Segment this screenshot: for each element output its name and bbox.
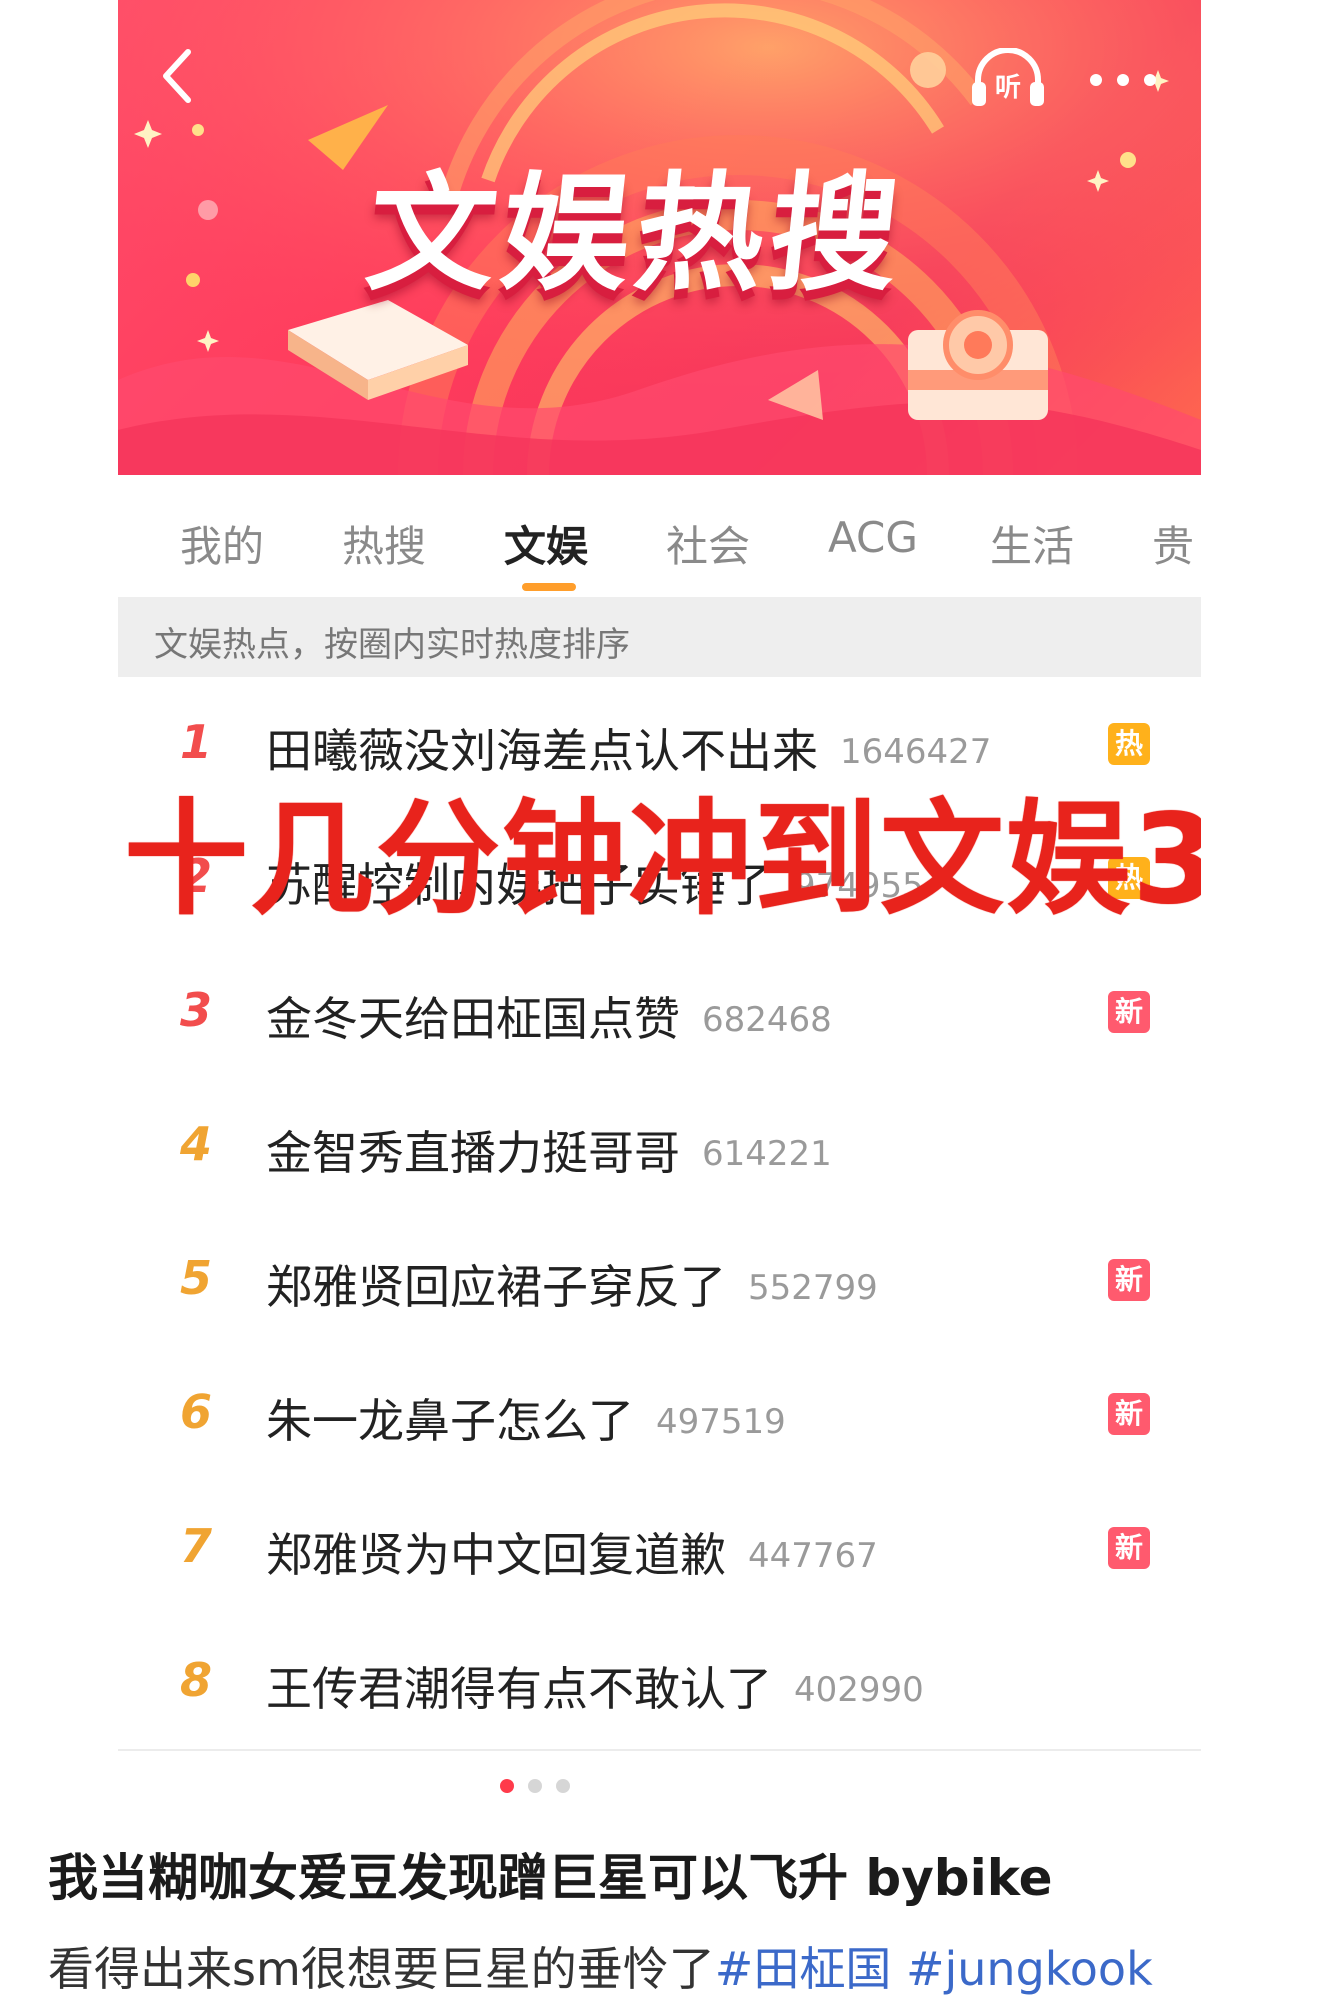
banner: 听 文娱热搜 [118, 0, 1201, 475]
list-item[interactable]: 4 金智秀直播力挺哥哥 614221 [118, 1079, 1201, 1215]
subheader-text: 文娱热点，按圈内实时热度排序 [154, 625, 630, 665]
new-badge: 新 [1108, 1259, 1150, 1301]
page-dot-active[interactable] [500, 1779, 514, 1793]
list-item[interactable]: 8 王传君潮得有点不敢认了 402990 [118, 1615, 1201, 1751]
post-body-text: 看得出来sm很想要巨星的垂怜了 [48, 1942, 715, 1996]
chevron-left-icon [163, 49, 191, 103]
banner-title: 文娱热搜 [360, 160, 912, 309]
list-item[interactable]: 6 朱一龙鼻子怎么了 497519 新 [118, 1347, 1201, 1483]
tab-life[interactable]: 生活 [990, 513, 1074, 574]
topic-title: 金冬天给田柾国点赞 [266, 992, 680, 1046]
heat-count: 1646427 [840, 732, 992, 772]
topic-text: 金冬天给田柾国点赞 682468 [266, 983, 832, 1049]
active-tab-indicator [522, 583, 576, 591]
post-title: 我当糊咖女爱豆发现蹭巨星可以飞升 bybike [48, 1849, 1053, 1907]
topic-title: 郑雅贤为中文回复道歉 [266, 1528, 726, 1582]
heat-count: 682468 [702, 1000, 832, 1040]
rank-number: 1 [180, 715, 213, 769]
topic-text: 郑雅贤为中文回复道歉 447767 [266, 1519, 878, 1585]
carousel-pagination [500, 1778, 584, 1797]
rank-number: 3 [180, 983, 213, 1037]
tab-society[interactable]: 社会 [666, 513, 750, 574]
listen-button[interactable]: 听 [968, 47, 1048, 110]
topic-text: 郑雅贤回应裙子穿反了 552799 [266, 1251, 878, 1317]
page-dot[interactable] [528, 1779, 542, 1793]
post-body: 看得出来sm很想要巨星的垂怜了#田柾国 #jungkook [48, 1933, 1153, 1999]
rank-number: 7 [180, 1519, 213, 1573]
rank-number: 4 [180, 1117, 213, 1171]
screenshot-card: 听 文娱热搜 我的 热搜 文娱 社会 ACG 生活 贵 文娱热点，按圈内实时热度… [118, 0, 1201, 1780]
topic-text: 朱一龙鼻子怎么了 497519 [266, 1385, 786, 1451]
rank-number: 5 [180, 1251, 213, 1305]
tab-entertainment[interactable]: 文娱 [504, 513, 588, 574]
headphones-icon: 听 [972, 47, 1044, 106]
topic-title: 田曦薇没刘海差点认不出来 [266, 724, 818, 778]
topic-text: 王传君潮得有点不敢认了 402990 [266, 1653, 924, 1719]
new-badge: 新 [1108, 1393, 1150, 1435]
tab-mine[interactable]: 我的 [180, 513, 264, 574]
hashtag-link[interactable]: #田柾国 [715, 1942, 892, 1996]
hot-badge: 热 [1108, 723, 1150, 765]
hashtag-link[interactable]: #jungkook [906, 1942, 1153, 1996]
tab-acg[interactable]: ACG [828, 513, 918, 562]
more-button[interactable] [1080, 62, 1166, 98]
topic-text: 田曦薇没刘海差点认不出来 1646427 [266, 715, 991, 781]
topic-title: 王传君潮得有点不敢认了 [266, 1662, 772, 1716]
topic-title: 朱一龙鼻子怎么了 [266, 1394, 634, 1448]
new-badge: 新 [1108, 1527, 1150, 1569]
heat-count: 447767 [748, 1536, 878, 1576]
category-tabs: 我的 热搜 文娱 社会 ACG 生活 贵 [118, 475, 1201, 597]
tab-more[interactable]: 贵 [1152, 513, 1194, 574]
list-item[interactable]: 3 金冬天给田柾国点赞 682468 新 [118, 945, 1201, 1081]
back-button[interactable] [154, 46, 204, 106]
topic-text: 金智秀直播力挺哥哥 614221 [266, 1117, 832, 1183]
heat-count: 497519 [656, 1402, 786, 1442]
heat-count: 402990 [794, 1670, 924, 1710]
new-badge: 新 [1108, 991, 1150, 1033]
heat-count: 552799 [748, 1268, 878, 1308]
heat-count: 614221 [702, 1134, 832, 1174]
listen-label: 听 [995, 73, 1021, 103]
rank-number: 6 [180, 1385, 213, 1439]
list-subheader: 文娱热点，按圈内实时热度排序 [118, 597, 1201, 677]
more-dots-icon [1090, 74, 1156, 86]
tab-hot-search[interactable]: 热搜 [342, 513, 426, 574]
page-dot[interactable] [556, 1779, 570, 1793]
topic-title: 金智秀直播力挺哥哥 [266, 1126, 680, 1180]
overlay-caption: 十几分钟冲到文娱3 [124, 788, 1201, 932]
rank-number: 8 [180, 1653, 213, 1707]
list-item[interactable]: 5 郑雅贤回应裙子穿反了 552799 新 [118, 1213, 1201, 1349]
list-item[interactable]: 7 郑雅贤为中文回复道歉 447767 新 [118, 1481, 1201, 1617]
topic-title: 郑雅贤回应裙子穿反了 [266, 1260, 726, 1314]
